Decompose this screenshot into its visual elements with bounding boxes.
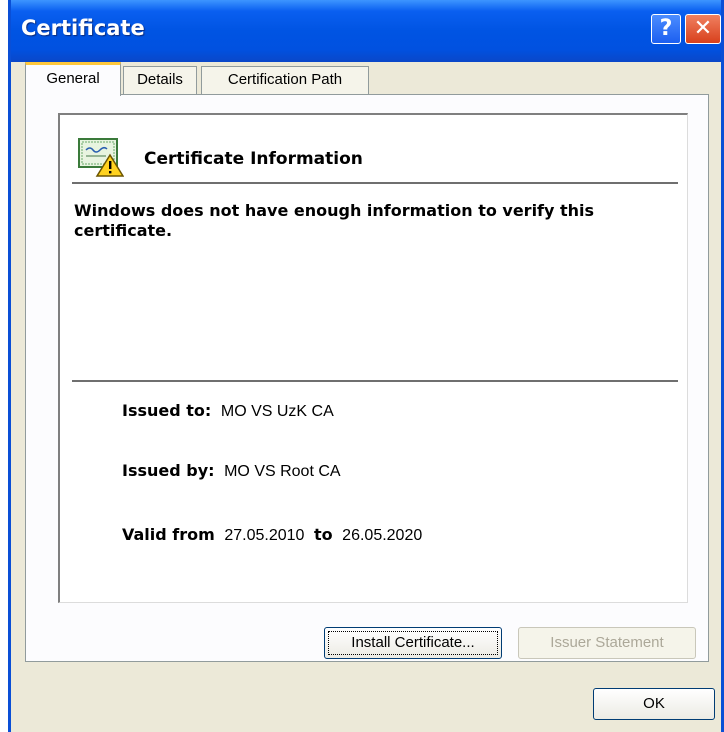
valid-from-label: Valid from xyxy=(122,525,215,544)
details-divider xyxy=(72,380,678,383)
window-title: Certificate xyxy=(21,16,145,40)
issued-to-row: Issued to: MO VS UzK CA xyxy=(122,401,334,421)
ok-button[interactable]: OK xyxy=(593,688,715,720)
help-icon: ? xyxy=(659,16,673,41)
tab-certification-path[interactable]: Certification Path xyxy=(201,66,369,94)
tab-general[interactable]: General xyxy=(25,62,121,96)
focus-rectangle xyxy=(328,631,498,655)
issued-by-value: MO VS Root CA xyxy=(224,463,341,480)
issued-by-row: Issued by: MO VS Root CA xyxy=(122,461,341,481)
issued-by-label: Issued by: xyxy=(122,461,215,480)
install-certificate-button[interactable]: Install Certificate... xyxy=(324,627,502,659)
general-tab-panel: Certificate Information Windows does not… xyxy=(25,94,709,662)
valid-to-value: 26.05.2020 xyxy=(342,527,423,544)
certificate-warning-icon xyxy=(78,138,124,177)
close-button[interactable]: ✕ xyxy=(685,14,721,44)
verification-warning: Windows does not have enough information… xyxy=(74,201,595,240)
ok-label: OK xyxy=(643,695,665,712)
issued-to-label: Issued to: xyxy=(122,401,212,420)
valid-to-label: to xyxy=(313,525,333,544)
issuer-statement-label: Issuer Statement xyxy=(550,634,664,651)
close-icon: ✕ xyxy=(693,16,713,41)
title-bar[interactable]: Certificate ? ✕ xyxy=(11,0,721,62)
issued-to-value: MO VS UzK CA xyxy=(220,403,334,420)
tab-details[interactable]: Details xyxy=(123,66,197,94)
issuer-statement-button[interactable]: Issuer Statement xyxy=(518,627,696,659)
valid-from-value: 27.05.2010 xyxy=(224,527,305,544)
header-divider xyxy=(72,182,678,185)
certificate-info-box: Certificate Information Windows does not… xyxy=(58,113,688,603)
certificate-dialog: Certificate ? ✕ Certificate Information … xyxy=(8,0,724,732)
validity-row: Valid from 27.05.2010 to 26.05.2020 xyxy=(122,525,422,545)
certificate-info-header: Certificate Information xyxy=(144,149,363,169)
help-button[interactable]: ? xyxy=(651,14,681,44)
